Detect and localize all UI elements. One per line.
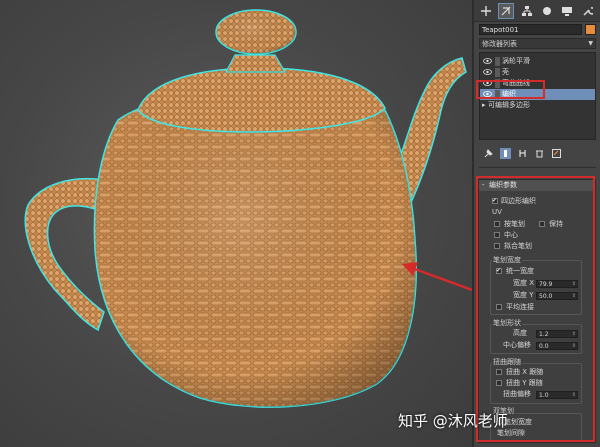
panel-toolbar bbox=[474, 0, 600, 22]
stack-item-label: 可编辑多边形 bbox=[488, 101, 530, 109]
stack-item-label: 涡轮平滑 bbox=[502, 57, 530, 65]
weave-parameters-highlight bbox=[476, 176, 595, 442]
pin-stack-icon[interactable] bbox=[483, 148, 494, 159]
modify-icon[interactable] bbox=[498, 2, 515, 19]
object-name-field[interactable]: Teapot001 bbox=[479, 24, 582, 35]
viewport[interactable] bbox=[0, 0, 472, 447]
stack-tools bbox=[479, 146, 596, 160]
watermark: 知乎 @沐风老师 bbox=[398, 412, 508, 430]
modifier-list-label: 修改器列表 bbox=[482, 40, 517, 48]
motion-icon[interactable] bbox=[540, 4, 554, 18]
stack-bar bbox=[495, 68, 500, 77]
show-end-result-icon[interactable] bbox=[500, 147, 511, 159]
chevron-down-icon: ▼ bbox=[588, 40, 593, 47]
eye-icon[interactable] bbox=[483, 58, 492, 64]
stack-item-label: 壳 bbox=[502, 68, 509, 76]
create-plus-icon[interactable] bbox=[479, 4, 493, 18]
hierarchy-icon[interactable] bbox=[520, 4, 534, 18]
stack-item-shell[interactable]: 壳 bbox=[480, 67, 595, 78]
weave-modifier-highlight bbox=[476, 80, 545, 99]
object-color-swatch[interactable] bbox=[585, 24, 596, 35]
display-icon[interactable] bbox=[560, 4, 574, 18]
configure-sets-icon[interactable] bbox=[551, 148, 562, 159]
stack-item-editable-poly[interactable]: ▸ 可编辑多边形 bbox=[480, 100, 595, 111]
divider bbox=[479, 167, 596, 168]
modifier-list-dropdown[interactable]: 修改器列表 ▼ bbox=[479, 38, 596, 49]
eye-icon[interactable] bbox=[483, 69, 492, 75]
remove-modifier-icon[interactable] bbox=[534, 148, 545, 159]
stack-bar bbox=[495, 57, 500, 66]
utilities-wrench-icon[interactable] bbox=[581, 4, 595, 18]
expand-icon[interactable]: ▸ bbox=[482, 100, 486, 111]
stack-item-turbosmooth[interactable]: 涡轮平滑 bbox=[480, 56, 595, 67]
make-unique-icon[interactable] bbox=[517, 148, 528, 159]
teapot-render bbox=[24, 9, 472, 408]
